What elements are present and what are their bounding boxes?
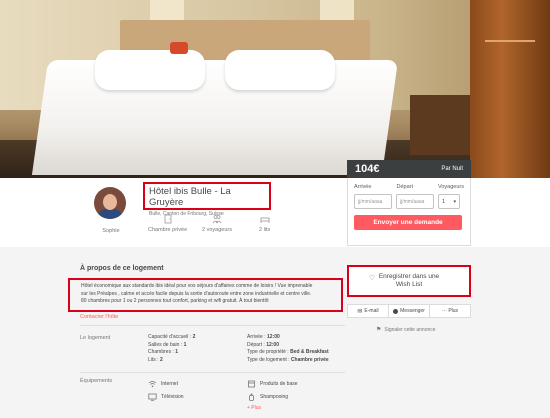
listing-title: Hôtel ibis Bulle - La Gruyère: [149, 186, 231, 208]
spec-row: Salles de bain : 1: [148, 341, 187, 348]
logement-right-specs: Arrivée : 12:00 Départ : 12:00 Type de p…: [247, 334, 329, 364]
amenity-room-type: Chambre privée: [148, 214, 187, 233]
equipment-basics: Produits de base: [247, 380, 298, 388]
mail-icon: ✉: [357, 308, 363, 315]
request-booking-button[interactable]: Envoyer une demande: [354, 215, 462, 230]
share-messenger-button[interactable]: Messenger: [389, 305, 430, 317]
shampoo-icon: [249, 393, 254, 401]
departure-label: Départ: [396, 184, 414, 190]
host-name[interactable]: Sophie: [97, 228, 125, 234]
guests-label: Voyageurs: [438, 184, 464, 190]
arrival-label: Arrivée: [354, 184, 372, 190]
amenity-label: 2 lits: [259, 227, 271, 233]
share-more-button[interactable]: ··· Plus: [430, 305, 470, 317]
equipements-label: Équipements: [80, 378, 113, 384]
wishlist-label: Enregistrer dans une: [378, 273, 440, 280]
host-avatar[interactable]: [94, 187, 126, 219]
chevron-down-icon: ▾: [453, 198, 456, 205]
equipment-tv: Télévision: [148, 393, 184, 401]
guests-value: 1: [442, 198, 446, 205]
booking-form: Arrivée Départ Voyageurs jj/mm/aaaa jj/m…: [347, 178, 471, 246]
amenity-label: Chambre privée: [148, 227, 188, 233]
amenity-guests: 2 voyageurs: [202, 214, 232, 233]
more-equipment-link[interactable]: + Plus: [247, 405, 261, 411]
spec-row: Départ : 12:00: [247, 341, 279, 348]
price-bar: 104€ Par Nuit: [347, 160, 471, 178]
tv-icon: [148, 393, 157, 401]
about-title: À propos de ce logement: [80, 265, 164, 272]
equipment-label: Télévision: [161, 394, 184, 400]
photo-cabinet: [470, 0, 550, 178]
door-icon: [164, 214, 171, 224]
equipment-label: Shampooing: [260, 394, 289, 400]
nightly-price: 104€: [355, 163, 380, 175]
avatar-face: [103, 194, 117, 210]
listing-photo[interactable]: [0, 0, 550, 178]
spec-row: Arrivée : 12:00: [247, 334, 280, 340]
share-bar: ✉ E-mail Messenger ··· Plus: [347, 304, 471, 318]
per-night-label: Par Nuit: [441, 166, 463, 172]
people-icon: [212, 215, 222, 224]
equipment-internet: Internet: [148, 380, 178, 388]
spec-row: Chambres : 1: [148, 349, 179, 355]
wifi-icon: [148, 381, 157, 388]
photo-bed: [31, 60, 399, 175]
description-line: sur les Préalpes , calme et accès facile…: [81, 290, 312, 297]
guests-select[interactable]: 1 ▾: [438, 194, 460, 209]
spec-row: Type de propriété : Bed & Breakfast: [247, 349, 329, 355]
avatar-body: [98, 209, 122, 219]
wishlist-label: Wish List: [395, 281, 423, 288]
heart-icon: ♡: [369, 275, 376, 282]
photo-red-cushion: [170, 42, 188, 54]
share-email-button[interactable]: ✉ E-mail: [348, 305, 389, 317]
equipment-label: Produits de base: [260, 381, 298, 387]
spec-row: Lits : 2: [148, 356, 163, 363]
description-line: 80 chambres pour 1 ou 2 personnes tout c…: [81, 298, 269, 304]
flag-icon: ⚑: [376, 327, 382, 333]
wishlist-button[interactable]: ♡ Enregistrer dans une Wish List: [347, 265, 471, 297]
bed-icon: [260, 217, 270, 223]
photo-pillow: [225, 50, 335, 90]
products-icon: [248, 380, 255, 388]
logement-label: Le logement: [80, 335, 111, 341]
equipment-shampoo: Shampooing: [247, 393, 288, 401]
contact-host-link[interactable]: Contacter l'hôte: [80, 314, 118, 320]
listing-title-highlight: Hôtel ibis Bulle - La Gruyère Bulle, Can…: [143, 182, 271, 217]
arrival-date-input[interactable]: jj/mm/aaaa: [354, 194, 392, 209]
amenity-label: 2 voyageurs: [202, 227, 232, 233]
photo-cabinet-light: [485, 40, 535, 42]
divider: [80, 325, 345, 326]
report-listing-link[interactable]: ⚑ Signaler cette annonce: [376, 326, 436, 334]
departure-date-input[interactable]: jj/mm/aaaa: [396, 194, 434, 209]
equipment-label: Internet: [161, 381, 178, 387]
photo-pillow: [95, 50, 205, 90]
spec-row: Type de logement : Chambre privée: [247, 356, 329, 363]
spec-row: Capacité d'accueil : 2: [148, 334, 196, 340]
amenity-beds: 2 lits: [259, 214, 270, 233]
divider: [80, 372, 345, 373]
logement-left-specs: Capacité d'accueil : 2 Salles de bain : …: [148, 334, 195, 364]
description-highlight: Hôtel économique aux standards ibis idéa…: [68, 278, 343, 312]
messenger-icon: [393, 308, 399, 314]
description-line: Hôtel économique aux standards ibis idéa…: [81, 283, 313, 289]
